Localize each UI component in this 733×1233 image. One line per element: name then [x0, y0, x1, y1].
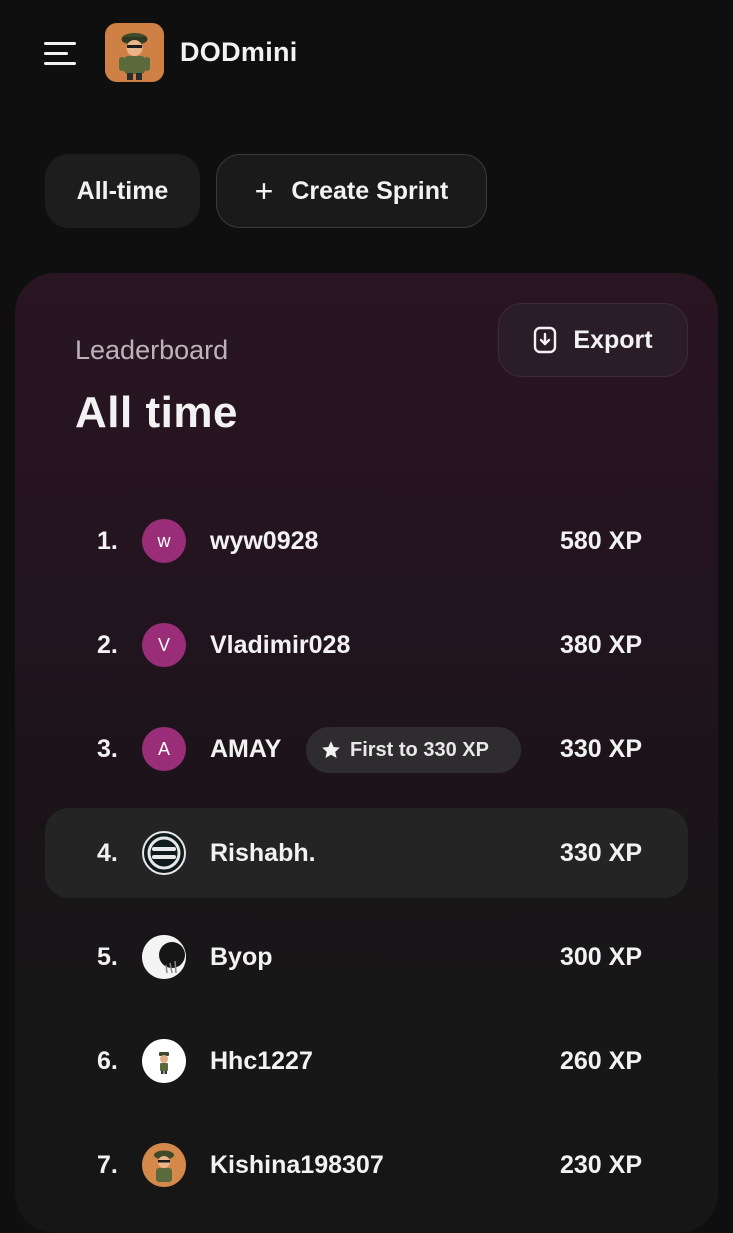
- xp-score: 380 XP: [559, 631, 642, 659]
- xp-score: 260 XP: [559, 1047, 642, 1075]
- avatar: [142, 1143, 186, 1187]
- create-sprint-button[interactable]: + Create Sprint: [216, 154, 487, 228]
- rank-number: 4.: [97, 839, 118, 867]
- rank-number: 1.: [97, 527, 118, 555]
- avatar: [142, 1039, 186, 1083]
- username: AMAY: [210, 735, 282, 763]
- leaderboard-subtitle: Leaderboard: [75, 335, 229, 365]
- xp-score: 230 XP: [559, 1151, 642, 1179]
- plus-icon: +: [254, 173, 274, 209]
- rank-number: 7.: [97, 1151, 118, 1179]
- avatar: w: [142, 519, 186, 563]
- leaderboard-row[interactable]: 6. Hhc1227 260 XP: [45, 1016, 688, 1106]
- username: wyw0928: [210, 527, 319, 555]
- menu-icon[interactable]: [40, 36, 80, 72]
- rank-number: 3.: [97, 735, 118, 763]
- top-bar: DODmini: [0, 0, 733, 110]
- username: Hhc1227: [210, 1047, 313, 1075]
- leaderboard-row[interactable]: 5. Byop 300 XP: [45, 912, 688, 1002]
- xp-score: 300 XP: [559, 943, 642, 971]
- create-sprint-label: Create Sprint: [291, 176, 449, 205]
- xp-score: 330 XP: [559, 735, 642, 763]
- rank-number: 6.: [97, 1047, 118, 1075]
- xp-score: 330 XP: [559, 839, 642, 867]
- leaderboard-row[interactable]: 7. Kishina198307 230 XP: [45, 1120, 688, 1210]
- leaderboard-row[interactable]: 3. A AMAY First to 330 XP 330 XP: [45, 704, 688, 794]
- leaderboard-title: All time: [75, 388, 238, 437]
- alltime-filter-button[interactable]: All-time: [45, 154, 200, 228]
- app-name: DODmini: [180, 37, 298, 67]
- export-file-icon: [534, 326, 557, 354]
- alltime-filter-label: All-time: [76, 176, 169, 205]
- rank-number: 5.: [97, 943, 118, 971]
- leaderboard-row[interactable]: 2. V Vladimir028 380 XP: [45, 600, 688, 690]
- leaderboard-row-current-user[interactable]: 4. Rishabh. 330 XP: [45, 808, 688, 898]
- rank-number: 2.: [97, 631, 118, 659]
- avatar: A: [142, 727, 186, 771]
- xp-score: 580 XP: [559, 527, 642, 555]
- avatar: [142, 935, 186, 979]
- avatar: V: [142, 623, 186, 667]
- username: Kishina198307: [210, 1151, 384, 1179]
- leaderboard-row[interactable]: 1. w wyw0928 580 XP: [45, 496, 688, 586]
- leaderboard-panel: Export Leaderboard All time 1. w wyw0928…: [15, 273, 718, 1233]
- achievement-badge: First to 330 XP: [306, 727, 521, 773]
- username: Vladimir028: [210, 631, 351, 659]
- export-label: Export: [573, 325, 653, 354]
- badge-label: First to 330 XP: [350, 738, 489, 761]
- avatar: [142, 831, 186, 875]
- app-logo: [105, 23, 164, 82]
- star-icon: [322, 741, 340, 758]
- export-button[interactable]: Export: [498, 303, 688, 377]
- username: Byop: [210, 943, 273, 971]
- username: Rishabh.: [210, 839, 316, 867]
